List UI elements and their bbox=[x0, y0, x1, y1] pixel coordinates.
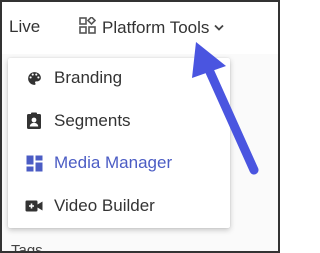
nav-live-link[interactable]: Live bbox=[9, 17, 40, 37]
section-label: Tags bbox=[11, 242, 43, 253]
palette-icon bbox=[25, 69, 43, 87]
menu-item-label: Segments bbox=[54, 111, 131, 130]
menu-item-video-builder[interactable]: Video Builder bbox=[8, 186, 230, 226]
screenshot-frame: Live Platform Tools Branding Segments Me… bbox=[0, 0, 280, 253]
video-camera-icon bbox=[25, 197, 43, 215]
annotation-arrow-icon bbox=[192, 42, 259, 175]
platform-tools-label: Platform Tools bbox=[102, 18, 210, 37]
menu-item-label: Branding bbox=[54, 68, 123, 87]
clipboard-user-icon bbox=[25, 112, 43, 130]
chevron-down-icon bbox=[214, 24, 225, 32]
menu-item-label: Media Manager bbox=[54, 153, 173, 172]
grid-shapes-icon bbox=[79, 15, 97, 39]
menu-item-label: Video Builder bbox=[54, 196, 155, 215]
dashboard-grid-icon bbox=[25, 154, 43, 172]
